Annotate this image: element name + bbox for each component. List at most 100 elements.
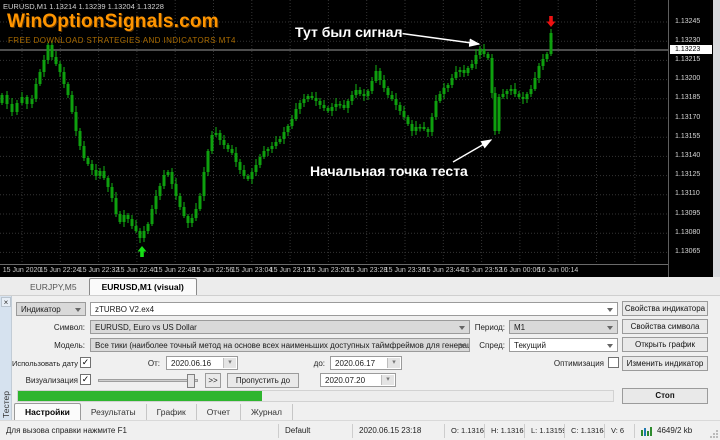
price-axis-label: 1.13185 (675, 94, 700, 101)
time-axis-label: 15 Jun 23:28 (347, 267, 387, 274)
time-axis-label: 15 Jun 23:12 (270, 267, 310, 274)
indicator-mode-label: Индикатор (21, 305, 61, 314)
status-volume: V: 6 (604, 424, 634, 438)
indicator-value: zTURBO V2.ex4 (95, 305, 154, 314)
skip-to-button[interactable]: Пропустить до (227, 373, 299, 388)
visualization-checkbox[interactable]: ✓ (80, 374, 91, 385)
calendar-dropdown-icon[interactable]: ▾ (387, 358, 400, 368)
time-axis-label: 15 Jun 23:44 (423, 267, 463, 274)
tester-tab-bar: Настройки Результаты График Отчет Журнал (14, 403, 293, 420)
chart-region: EURUSD,M1 1.13214 1.13239 1.13204 1.1322… (0, 0, 720, 277)
status-low: L: 1.13159 (524, 424, 564, 438)
annotation-test-start: Начальная точка теста (310, 163, 468, 179)
visualization-speed-slider[interactable] (98, 379, 198, 382)
price-axis-label: 1.13110 (675, 190, 700, 197)
slider-thumb[interactable] (187, 374, 195, 388)
price-axis-label: 1.13170 (675, 114, 700, 121)
status-close: C: 1.13164 (564, 424, 604, 438)
time-axis-label: 15 Jun 22:40 (117, 267, 157, 274)
data-size-text: 4649/2 kb (657, 424, 692, 438)
indicator-properties-button[interactable]: Свойства индикатора (622, 301, 708, 316)
tab-eurusd-m1-visual[interactable]: EURUSD,M1 (visual) (89, 278, 197, 295)
current-bid-price-box: 1.13223 (670, 45, 712, 54)
use-date-checkbox[interactable]: ✓ (80, 357, 91, 368)
optimization-label: Оптимизация (540, 359, 604, 368)
to-label: до: (295, 359, 325, 368)
price-axis-label: 1.13065 (675, 248, 700, 255)
price-axis-label: 1.13125 (675, 171, 700, 178)
status-help-text: Для вызова справки нажмите F1 (0, 424, 278, 438)
indicator-mode-select[interactable]: Индикатор (16, 302, 86, 316)
tab-results[interactable]: Результаты (81, 404, 147, 420)
time-axis: 15 Jun 202015 Jun 22:2415 Jun 22:3215 Ju… (0, 264, 668, 277)
price-axis-label: 1.13140 (675, 152, 700, 159)
price-axis: 1.13223 1.132451.132301.132151.132001.13… (668, 0, 713, 277)
model-value: Все тики (наиболее точный метод на основ… (95, 341, 470, 350)
status-bar: Для вызова справки нажмите F1 Default 20… (0, 420, 720, 440)
progress-fill (18, 391, 262, 401)
time-axis-label: 15 Jun 23:20 (308, 267, 348, 274)
open-chart-button[interactable]: Открыть график (622, 337, 708, 352)
tester-panel-title: Тестер (1, 391, 11, 418)
status-profile[interactable]: Default (278, 424, 352, 438)
candlestick-chart[interactable]: EURUSD,M1 1.13214 1.13239 1.13204 1.1322… (0, 0, 668, 264)
tab-journal[interactable]: Журнал (241, 404, 293, 420)
chevron-down-icon (607, 344, 613, 348)
chevron-down-icon (607, 326, 613, 330)
calendar-dropdown-icon[interactable]: ▾ (223, 358, 236, 368)
chevron-down-icon (75, 308, 81, 312)
strategy-tester-panel: × Тестер Индикатор zTURBO V2.ex4 Свойств… (0, 296, 720, 420)
status-open: O: 1.13160 (444, 424, 484, 438)
price-axis-label: 1.13095 (675, 210, 700, 217)
tester-side-strip: × Тестер (0, 296, 12, 420)
status-datetime: 2020.06.15 23:18 (352, 424, 444, 438)
time-axis-label: 15 Jun 23:52 (462, 267, 502, 274)
test-progress-bar (17, 390, 614, 402)
time-axis-label: 15 Jun 23:36 (385, 267, 425, 274)
time-axis-label: 15 Jun 22:24 (40, 267, 80, 274)
window-right-strip (713, 0, 720, 277)
tab-eurjpy-m5[interactable]: EURJPY,M5 (18, 279, 89, 295)
time-axis-label: 15 Jun 22:48 (155, 267, 195, 274)
tab-graph[interactable]: График (147, 404, 197, 420)
optimization-checkbox[interactable] (608, 357, 619, 368)
metatrader-tester-window: { "chart": { "title": "EURUSD,M1 1.13214… (0, 0, 720, 440)
from-date-field[interactable]: 2020.06.16▾ (166, 356, 238, 370)
model-select[interactable]: Все тики (наиболее точный метод на основ… (90, 338, 470, 352)
model-label: Модель: (40, 341, 85, 350)
annotation-signal: Тут был сигнал (295, 24, 402, 40)
spread-label: Спред: (460, 341, 505, 350)
tab-report[interactable]: Отчет (197, 404, 241, 420)
chart-ohlc-title: EURUSD,M1 1.13214 1.13239 1.13204 1.1322… (3, 2, 164, 11)
chart-tab-bar: EURJPY,M5 EURUSD,M1 (visual) (0, 277, 720, 296)
tab-settings[interactable]: Настройки (14, 403, 81, 420)
symbol-label: Символ: (40, 323, 85, 332)
time-axis-label: 16 Jun 00:14 (538, 267, 578, 274)
time-axis-label: 15 Jun 23:04 (232, 267, 272, 274)
price-axis-label: 1.13215 (675, 56, 700, 63)
to-date-value: 2020.06.17 (335, 359, 375, 368)
visualization-label: Визуализация (6, 376, 78, 385)
skip-step-button[interactable]: >> (205, 373, 221, 388)
to-date-field[interactable]: 2020.06.17 ▾ (330, 356, 402, 370)
price-axis-label: 1.13200 (675, 75, 700, 82)
spread-value: Текущий (514, 341, 546, 350)
watermark-brand: WinOptionSignals.com (7, 11, 219, 33)
price-axis-label: 1.13245 (675, 18, 700, 25)
period-label: Период: (460, 323, 505, 332)
indicator-select[interactable]: zTURBO V2.ex4 (90, 302, 618, 316)
skip-to-date-field[interactable]: 2020.07.20▾ (320, 373, 396, 387)
spread-select[interactable]: Текущий (509, 338, 618, 352)
symbol-select[interactable]: EURUSD, Euro vs US Dollar (90, 320, 470, 334)
resize-grip[interactable] (709, 429, 719, 439)
calendar-dropdown-icon[interactable]: ▾ (381, 375, 394, 385)
modify-indicator-button[interactable]: Изменить индикатор (622, 356, 708, 371)
time-axis-label: 16 Jun 00:06 (500, 267, 540, 274)
watermark-tagline: FREE DOWNLOAD STRATEGIES AND INDICATORS … (8, 36, 236, 45)
symbol-properties-button[interactable]: Свойства символа (622, 319, 708, 334)
period-select[interactable]: M1 (509, 320, 618, 334)
close-icon[interactable]: × (1, 297, 11, 307)
price-axis-label: 1.13155 (675, 133, 700, 140)
stop-button[interactable]: Стоп (622, 388, 708, 404)
status-data-size: 4649/2 kb (634, 424, 720, 438)
